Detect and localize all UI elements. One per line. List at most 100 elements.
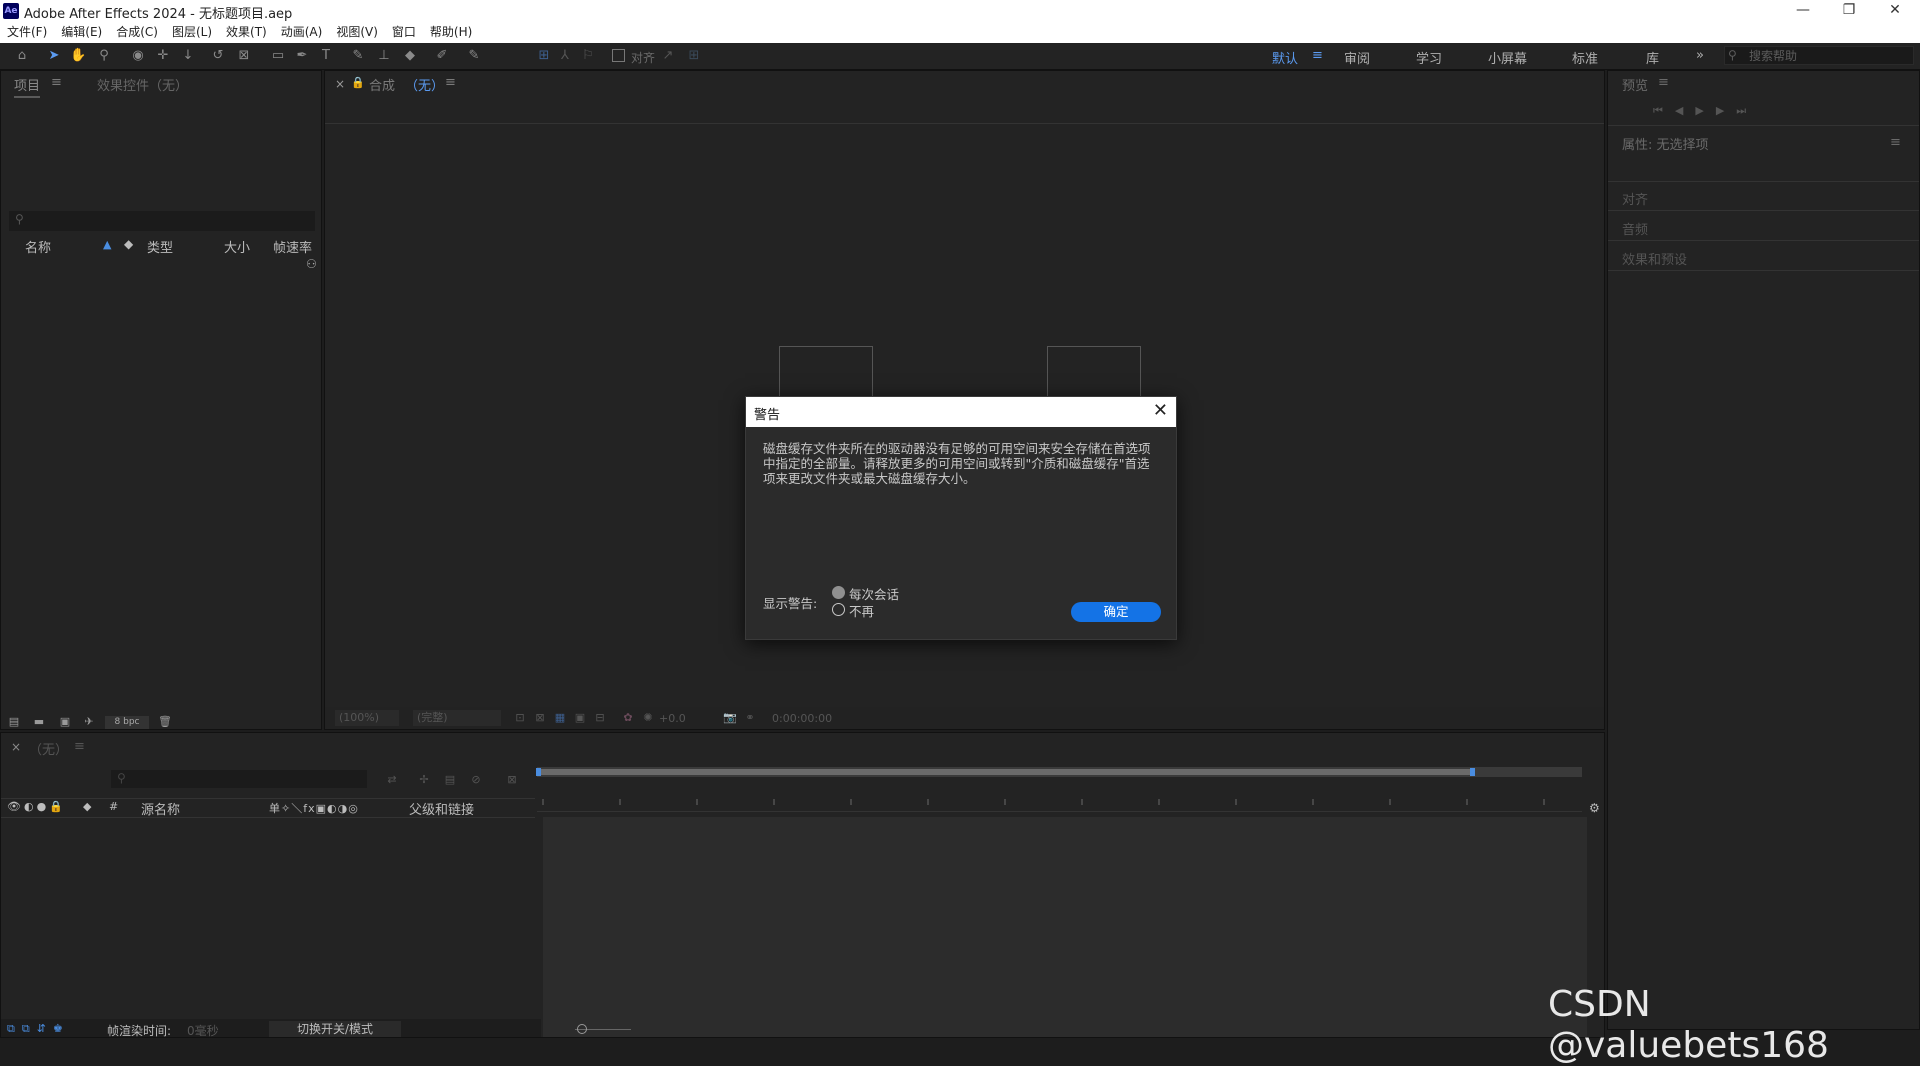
orbit-camera-icon[interactable]: ◉ <box>130 48 146 64</box>
view-axis-icon[interactable]: ⚐ <box>580 48 596 64</box>
eraser-tool-icon[interactable]: ◆ <box>402 48 418 64</box>
pan-behind-tool-icon[interactable]: ⊠ <box>236 48 252 64</box>
align-panel-title[interactable]: 对齐 <box>1622 189 1648 208</box>
column-name[interactable]: 名称 <box>25 237 51 256</box>
menu-window[interactable]: 窗口 <box>385 22 423 43</box>
sort-ascending-icon[interactable]: ▲ <box>103 238 111 251</box>
restore-button[interactable]: ❐ <box>1826 0 1872 22</box>
rectangle-tool-icon[interactable]: ▭ <box>270 48 286 64</box>
menu-file[interactable]: 文件(F) <box>0 22 54 43</box>
column-parent-link[interactable]: 父级和链接 <box>409 799 474 818</box>
resolution-select[interactable]: (完整) <box>413 710 501 726</box>
text-tool-icon[interactable]: T <box>318 48 334 64</box>
show-snapshot-icon[interactable]: ⚭ <box>743 712 757 724</box>
menu-edit[interactable]: 编辑(E) <box>54 22 109 43</box>
new-composition-icon[interactable]: ▣ <box>58 716 72 728</box>
column-source-name[interactable]: 源名称 <box>141 799 180 818</box>
timeline-track-area[interactable] <box>543 817 1587 1037</box>
tab-effect-controls[interactable]: 效果控件（无） <box>97 75 188 94</box>
clone-stamp-icon[interactable]: ⊥ <box>376 48 392 64</box>
menu-composition[interactable]: 合成(C) <box>109 22 165 43</box>
frame-blending-icon[interactable]: ⊘ <box>469 774 483 786</box>
flowchart-icon[interactable]: ⚇ <box>306 257 317 271</box>
current-time-display[interactable]: 0:00:00:00 <box>772 712 832 725</box>
close-icon[interactable]: ✕ <box>1153 400 1168 421</box>
tab-project[interactable]: 项目 <box>14 75 41 98</box>
transparency-grid-icon[interactable]: ⊠ <box>533 712 547 724</box>
color-depth-button[interactable]: 8 bpc <box>105 716 149 729</box>
radio-every-session[interactable] <box>832 586 845 599</box>
comp-button-icon[interactable]: ⚙ <box>1589 801 1600 815</box>
composition-tab-value[interactable]: （无） <box>405 75 444 94</box>
pen-tool-icon[interactable]: ✒ <box>294 48 310 64</box>
mask-visibility-icon[interactable]: ▦ <box>553 712 567 724</box>
label-tag-icon[interactable]: ◆ <box>124 237 133 251</box>
channel-icon[interactable]: ✿ <box>621 712 635 724</box>
properties-panel-title[interactable]: 属性: 无选择项 <box>1622 134 1709 153</box>
interpret-footage-icon[interactable]: ▤ <box>7 716 21 728</box>
snap-icon[interactable]: ↗ <box>660 48 676 64</box>
exposure-value[interactable]: +0.0 <box>659 712 686 725</box>
pan-camera-icon[interactable]: ✛ <box>155 48 171 64</box>
label-tag-icon[interactable]: ◆ <box>83 800 91 813</box>
workspace-menu-icon[interactable]: ≡ <box>1312 48 1323 63</box>
close-tab-icon[interactable]: × <box>11 740 21 754</box>
av-switch-icons[interactable]: 👁◐●🔒 <box>7 800 66 813</box>
3d-view-icon[interactable]: ⊟ <box>593 712 607 724</box>
workspace-library[interactable]: 库 <box>1646 48 1659 67</box>
render-queue-icon[interactable]: ✈ <box>82 716 96 728</box>
work-area-start-handle[interactable] <box>536 768 541 776</box>
composition-flowchart-icon[interactable]: ⇄ <box>385 774 399 786</box>
home-icon[interactable]: ⌂ <box>14 48 30 64</box>
layer-search-input[interactable] <box>111 770 367 788</box>
workspace-more-icon[interactable]: » <box>1696 48 1704 63</box>
composition-tab-label[interactable]: 合成 <box>369 75 395 94</box>
menu-animation[interactable]: 动画(A) <box>274 22 330 43</box>
radio-never-label[interactable]: 不再 <box>849 601 874 620</box>
menu-effect[interactable]: 效果(T) <box>219 22 274 43</box>
brush-tool-icon[interactable]: ✎ <box>350 48 366 64</box>
project-menu-icon[interactable]: ≡ <box>51 75 62 90</box>
workspace-learn[interactable]: 学习 <box>1416 48 1442 67</box>
audio-panel-title[interactable]: 音频 <box>1622 219 1648 238</box>
timeline-menu-icon[interactable]: ≡ <box>74 739 85 754</box>
selection-tool-icon[interactable]: ➤ <box>46 48 62 64</box>
grid-guides-icon[interactable]: ▣ <box>573 712 587 724</box>
timeline-footer-icons[interactable]: ⧉⧉⇵♚ <box>7 1022 70 1036</box>
draft-3d-icon[interactable]: ✢ <box>417 774 431 786</box>
playback-controls[interactable]: ⏮◀▶▶⏭ <box>1653 104 1758 118</box>
align-checkbox[interactable] <box>612 49 625 62</box>
composition-menu-icon[interactable]: ≡ <box>445 75 456 90</box>
puppet-pin-icon[interactable]: ✎ <box>466 48 482 64</box>
minimize-button[interactable]: — <box>1780 0 1826 22</box>
close-button[interactable]: ✕ <box>1872 0 1918 22</box>
world-axis-icon[interactable]: ⅄ <box>557 48 573 64</box>
zoom-select[interactable]: (100%) <box>335 710 399 726</box>
region-of-interest-icon[interactable]: ⊡ <box>513 712 527 724</box>
column-size[interactable]: 大小 <box>224 237 250 256</box>
local-axis-icon[interactable]: ⊞ <box>536 48 552 64</box>
preview-menu-icon[interactable]: ≡ <box>1658 75 1669 90</box>
work-area-range[interactable] <box>541 769 1473 775</box>
zoom-slider-handle[interactable] <box>577 1024 587 1034</box>
lock-icon[interactable]: 🔒 <box>351 76 365 89</box>
menu-view[interactable]: 视图(V) <box>329 22 385 43</box>
toggle-switches-modes-button[interactable]: 切换开关/模式 <box>269 1021 401 1037</box>
work-area-end-handle[interactable] <box>1470 768 1475 776</box>
rotate-tool-icon[interactable]: ↺ <box>210 48 226 64</box>
close-tab-icon[interactable]: × <box>335 77 345 91</box>
ok-button[interactable]: 确定 <box>1071 602 1161 622</box>
delete-icon[interactable]: 🗑 <box>158 716 172 728</box>
roto-brush-icon[interactable]: ✐ <box>434 48 450 64</box>
project-search-input[interactable] <box>9 211 315 231</box>
column-frame-rate[interactable]: 帧速率 <box>273 237 312 256</box>
layer-switches-icons[interactable]: 单✧＼fx▣◐◑◎ <box>269 800 359 816</box>
snapshot-icon[interactable]: 📷 <box>723 712 737 724</box>
workspace-small-screen[interactable]: 小屏幕 <box>1488 48 1527 67</box>
radio-never[interactable] <box>832 603 845 616</box>
preview-panel-title[interactable]: 预览 <box>1622 75 1648 94</box>
menu-layer[interactable]: 图层(L) <box>165 22 219 43</box>
column-type[interactable]: 类型 <box>147 237 173 256</box>
graph-editor-icon[interactable]: ⊠ <box>505 774 519 786</box>
properties-menu-icon[interactable]: ≡ <box>1890 135 1901 150</box>
